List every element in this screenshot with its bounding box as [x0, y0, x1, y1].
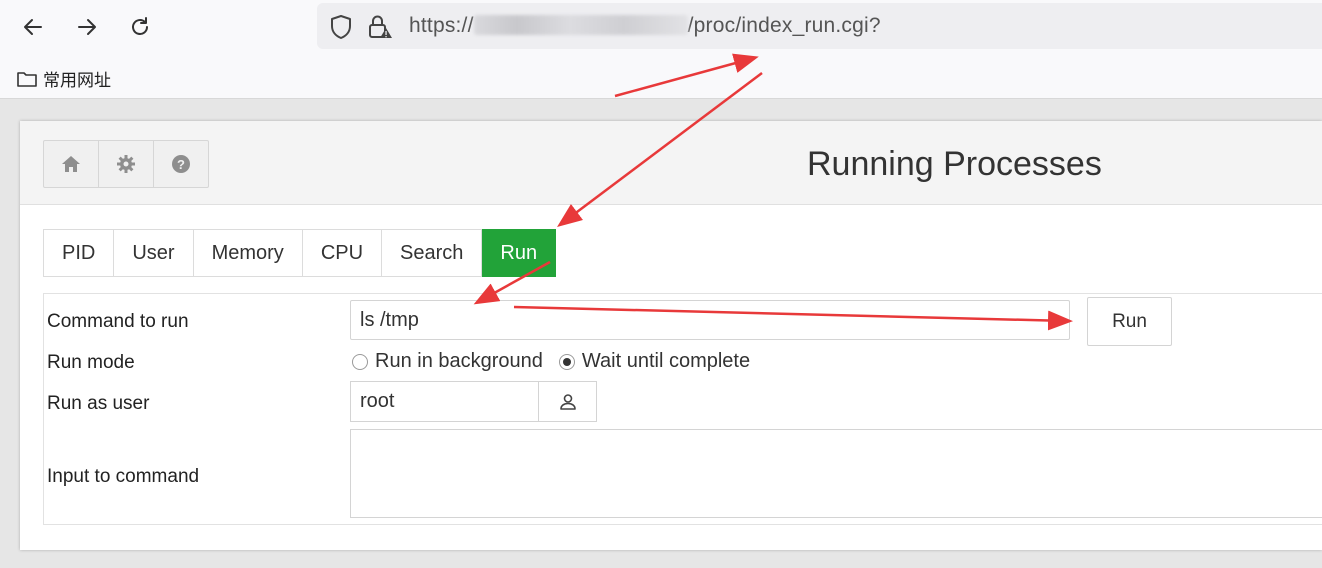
- input-to-command-textarea[interactable]: [350, 429, 1322, 518]
- shield-icon[interactable]: [329, 14, 353, 45]
- lock-icon[interactable]: [367, 14, 393, 45]
- radio-button-checked[interactable]: [558, 353, 575, 370]
- url-path: /proc/index_run.cgi?: [687, 14, 881, 37]
- forward-arrow-icon[interactable]: [70, 10, 104, 44]
- radio-label: Run in background: [375, 350, 543, 372]
- module-panel: ? Running Processes PID User Memory CPU …: [20, 121, 1322, 550]
- radio-label: Wait until complete: [581, 350, 751, 372]
- url-text[interactable]: https:// /proc/index_run.cgi?: [409, 14, 881, 38]
- radio-button[interactable]: [352, 353, 368, 370]
- browser-toolbar: https:// /proc/index_run.cgi? 常用网址: [0, 0, 1322, 99]
- panel-header: ? Running Processes: [20, 121, 1322, 205]
- tab-run[interactable]: Run: [482, 229, 557, 277]
- command-input[interactable]: [350, 300, 1070, 340]
- help-icon[interactable]: ?: [154, 141, 208, 187]
- radio-run-background[interactable]: Run in background: [350, 350, 543, 373]
- tab-pid[interactable]: PID: [43, 229, 115, 277]
- url-scheme: https://: [409, 14, 474, 37]
- page-title: Running Processes: [807, 145, 1102, 183]
- run-form: Command to run Run Run mode Run in backg…: [43, 293, 1322, 525]
- run-as-label: Run as user: [47, 393, 150, 414]
- tab-bar: PID User Memory CPU Search Run: [43, 229, 557, 277]
- gear-icon[interactable]: [99, 141, 154, 187]
- folder-icon: [17, 71, 37, 87]
- tab-cpu[interactable]: CPU: [302, 229, 383, 277]
- radio-wait-complete[interactable]: Wait until complete: [557, 350, 750, 373]
- run-button[interactable]: Run: [1087, 297, 1172, 346]
- run-as-user-input[interactable]: [350, 381, 538, 422]
- run-mode-group: Run in background Wait until complete: [350, 350, 764, 373]
- redacted-host: [473, 15, 688, 35]
- run-mode-label: Run mode: [47, 352, 135, 373]
- header-button-group: ?: [43, 140, 209, 188]
- home-icon[interactable]: [44, 141, 99, 187]
- bookmark-folder[interactable]: 常用网址: [16, 66, 111, 91]
- user-picker-button[interactable]: [538, 381, 597, 422]
- tab-memory[interactable]: Memory: [193, 229, 303, 277]
- address-bar[interactable]: https:// /proc/index_run.cgi?: [317, 3, 1322, 49]
- svg-text:?: ?: [177, 157, 185, 172]
- tab-search[interactable]: Search: [382, 229, 483, 277]
- back-arrow-icon[interactable]: [16, 10, 50, 44]
- tab-user[interactable]: User: [114, 229, 194, 277]
- user-icon: [559, 393, 576, 410]
- command-label: Command to run: [47, 311, 189, 332]
- bookmark-label: 常用网址: [43, 71, 111, 90]
- reload-icon[interactable]: [123, 10, 157, 44]
- input-label: Input to command: [47, 466, 200, 487]
